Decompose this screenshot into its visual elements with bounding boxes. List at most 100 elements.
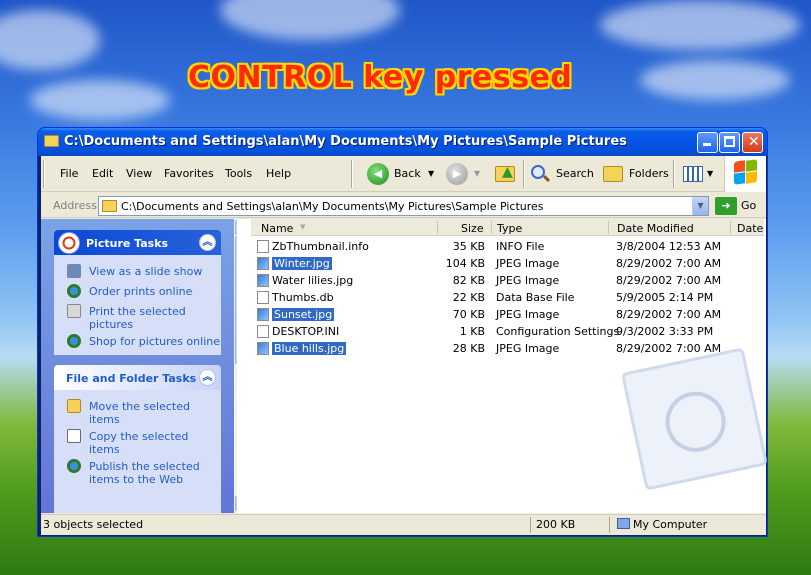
menu-tools[interactable]: Tools [225, 167, 252, 180]
menu-file[interactable]: File [60, 167, 78, 180]
column-size[interactable]: Size [461, 222, 484, 235]
search-button[interactable]: Search [529, 163, 594, 185]
views-icon [683, 166, 703, 182]
task-copy-items[interactable]: Copy the selected items [89, 430, 194, 456]
menu-view[interactable]: View [126, 167, 152, 180]
task-move-items[interactable]: Move the selected items [89, 400, 194, 426]
menu-toolbar-row: File Edit View Favorites Tools Help ◀ Ba… [41, 156, 766, 192]
address-label: Address [53, 199, 97, 212]
file-folder-tasks-title: File and Folder Tasks [66, 372, 197, 385]
status-location: My Computer [633, 518, 708, 531]
status-bar: 3 objects selected 200 KB My Computer [41, 514, 766, 535]
file-row[interactable]: Blue hills.jpg 28 KB JPEG Image 8/29/2002 7… [255, 340, 745, 357]
file-name: Sunset.jpg [272, 308, 335, 321]
column-divider [608, 221, 609, 234]
file-icon [257, 325, 269, 338]
explorer-window: C:\Documents and Settings\alan\My Docume… [37, 127, 768, 537]
control-key-banner: CONTROL key pressed [188, 60, 573, 95]
column-divider [491, 221, 492, 234]
forward-dropdown-icon: ▼ [474, 169, 481, 178]
menu-favorites[interactable]: Favorites [164, 167, 214, 180]
cloud [640, 60, 790, 100]
file-name: Water lilies.jpg [272, 274, 354, 287]
status-size: 200 KB [536, 518, 576, 531]
back-dropdown-icon: ▼ [428, 169, 435, 178]
file-folder-tasks-header[interactable]: File and Folder Tasks ︽ [54, 365, 221, 390]
menu-edit[interactable]: Edit [92, 167, 113, 180]
file-folder-tasks-panel: File and Folder Tasks ︽ Move the selecte… [54, 365, 221, 513]
file-row[interactable]: DESKTOP.INI 1 KB Configuration Settings 9/3… [255, 323, 745, 340]
task-publish-web[interactable]: Publish the selected items to the Web [89, 460, 209, 486]
folder-icon [44, 135, 59, 147]
address-dropdown-icon[interactable]: ▼ [692, 197, 708, 215]
file-row[interactable]: ZbThumbnail.info 35 KB INFO File 3/8/2004 1… [255, 238, 745, 255]
address-bar: Address C:\Documents and Settings\alan\M… [41, 194, 766, 218]
grip [43, 160, 45, 188]
my-computer-icon [617, 518, 630, 529]
back-button[interactable]: ◀ Back ▼ [367, 163, 439, 185]
file-date: 8/29/2002 7:00 AM [616, 308, 722, 321]
file-name: ZbThumbnail.info [272, 240, 369, 253]
task-view-slideshow[interactable]: View as a slide show [89, 265, 202, 278]
collapse-chevron-icon[interactable]: ︽ [199, 234, 216, 251]
file-type: Configuration Settings [496, 325, 620, 338]
column-name[interactable]: Name [261, 222, 293, 235]
column-divider [437, 221, 438, 234]
file-icon [257, 240, 269, 253]
column-divider [730, 221, 731, 234]
file-type: Data Base File [496, 291, 575, 304]
back-arrow-icon: ◀ [367, 163, 389, 185]
publish-web-icon [67, 459, 81, 473]
go-button[interactable]: Go [741, 199, 756, 212]
menu-help[interactable]: Help [266, 167, 291, 180]
window-title: C:\Documents and Settings\alan\My Docume… [64, 134, 627, 149]
close-icon: ✕ [748, 134, 760, 150]
column-date[interactable]: Date [737, 222, 763, 235]
printer-icon [67, 304, 81, 318]
file-name: Blue hills.jpg [272, 342, 347, 355]
back-label: Back [394, 167, 421, 180]
file-row[interactable]: Sunset.jpg 70 KB JPEG Image 8/29/2002 7:00 … [255, 306, 745, 323]
up-arrow-icon: ▲ [502, 164, 513, 180]
picture-tasks-header[interactable]: Picture Tasks ︽ [54, 230, 221, 255]
file-row[interactable]: Winter.jpg 104 KB JPEG Image 8/29/2002 7:00… [255, 255, 745, 272]
title-bar[interactable]: C:\Documents and Settings\alan\My Docume… [38, 128, 767, 156]
file-row[interactable]: Water lilies.jpg 82 KB JPEG Image 8/29/2002… [255, 272, 745, 289]
column-date-modified[interactable]: Date Modified [617, 222, 694, 235]
file-type: INFO File [496, 240, 545, 253]
file-date: 3/8/2004 12:53 AM [616, 240, 722, 253]
task-print-selected[interactable]: Print the selected pictures [89, 305, 209, 331]
toolbar-separator [351, 160, 353, 188]
folder-icon [102, 200, 117, 212]
jpeg-file-icon [257, 257, 269, 270]
views-button[interactable]: ▼ [681, 163, 717, 185]
column-header-row: Name ▼ Size Type Date Modified Date [251, 219, 764, 236]
file-type: JPEG Image [496, 274, 560, 287]
file-name: Thumbs.db [272, 291, 334, 304]
collapse-chevron-icon[interactable]: ︽ [199, 369, 216, 386]
up-folder-button[interactable]: ▲ [494, 163, 518, 185]
shop-online-icon [67, 334, 81, 348]
move-icon [67, 399, 81, 413]
slideshow-icon [67, 264, 81, 278]
file-date: 8/29/2002 7:00 AM [616, 342, 722, 355]
folders-button[interactable]: Folders [602, 163, 669, 185]
task-shop-online[interactable]: Shop for pictures online [89, 335, 220, 348]
file-icon [257, 291, 269, 304]
minimize-button[interactable] [697, 132, 718, 153]
status-divider [609, 517, 610, 533]
maximize-button[interactable] [719, 132, 740, 153]
column-type[interactable]: Type [497, 222, 522, 235]
status-divider [530, 517, 531, 533]
go-arrow-icon[interactable]: ➜ [715, 197, 737, 215]
file-size: 28 KB [452, 342, 485, 355]
cloud [30, 80, 170, 120]
window-client: File Edit View Favorites Tools Help ◀ Ba… [41, 156, 767, 535]
address-input[interactable]: C:\Documents and Settings\alan\My Docume… [98, 196, 709, 216]
close-button[interactable]: ✕ [742, 132, 763, 153]
task-order-prints[interactable]: Order prints online [89, 285, 192, 298]
forward-button[interactable]: ▶ ▼ [446, 163, 486, 185]
file-row[interactable]: Thumbs.db 22 KB Data Base File 5/9/2005 2:1… [255, 289, 745, 306]
file-size: 22 KB [452, 291, 485, 304]
status-objects: 3 objects selected [43, 518, 144, 531]
